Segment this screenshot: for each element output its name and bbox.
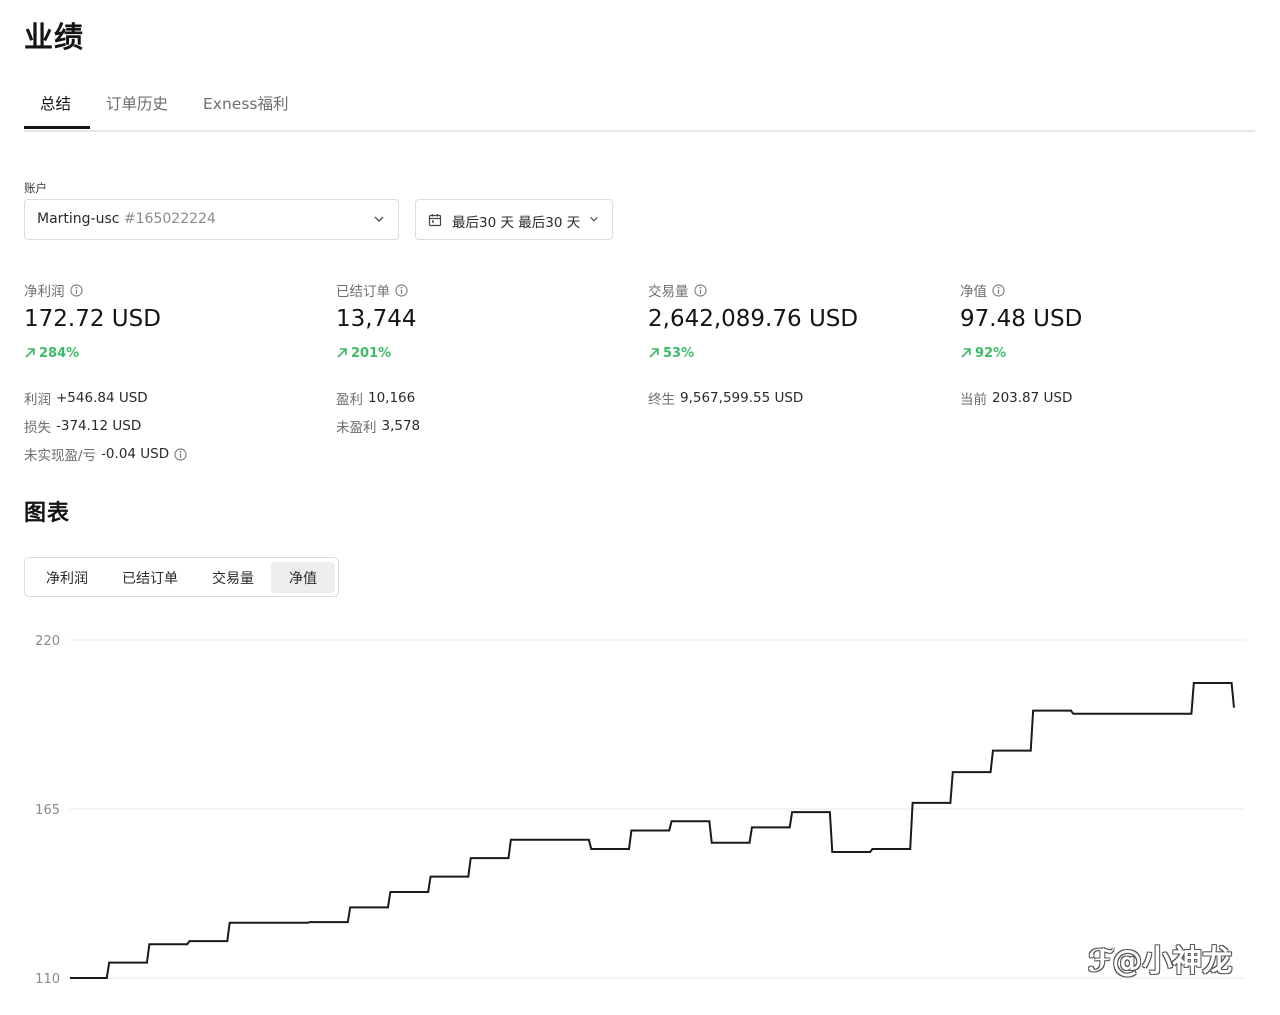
detail-key: 利润 [24,392,51,408]
account-label: 账户 [24,181,47,195]
segment-equity[interactable]: 净值 [271,562,335,593]
watermark: ℱ@小神龙 [1088,944,1233,979]
detail-key: 未实现盈/亏 [24,448,97,464]
detail-key: 当前 [960,392,987,408]
stat-equity: 净值 97.48 USD 92% 当前 203.87 USD [960,280,1260,412]
arrow-up-right-icon [25,348,35,358]
detail-row: 未实现盈/亏 -0.04 USD [24,440,324,468]
detail-key: 盈利 [336,392,363,408]
arrow-up-right-icon [649,348,659,358]
detail-key: 未盈利 [336,420,377,436]
page-title: 业绩 [24,20,85,54]
detail-value: 10,166 [368,390,416,406]
detail-value: 203.87 USD [992,390,1073,406]
date-range-select[interactable]: 最后30 天 最后30 天 [415,199,613,240]
calendar-icon [428,214,442,227]
arrow-up-right-icon [961,348,971,358]
segment-closed-orders[interactable]: 已结订单 [109,562,191,593]
detail-row: 利润 +546.84 USD [24,384,324,412]
stat-volume: 交易量 2,642,089.76 USD 53% 终生 9,567,599.55 … [648,280,948,412]
stat-value: 97.48 USD [960,306,1083,332]
account-name: Marting-usc [37,211,120,227]
stat-value: 2,642,089.76 USD [648,306,859,332]
chevron-down-icon [374,216,384,222]
equity-chart: 110 165 220 [35,634,1245,987]
tab-exness-benefits[interactable]: Exness福利 [203,92,288,132]
detail-row: 损失 -374.12 USD [24,412,324,440]
stat-net-profit: 净利润 172.72 USD 284% 利润 +546.84 USD 损失 -374… [24,280,324,468]
arrow-up-right-icon [337,348,347,358]
info-icon[interactable] [395,283,408,297]
stat-change: 92% [975,345,1007,361]
stat-label: 交易量 [648,284,689,300]
segment-net-profit[interactable]: 净利润 [31,562,103,593]
info-icon[interactable] [69,283,83,297]
stat-change: 53% [663,345,695,361]
stat-change: 284% [39,345,80,361]
equity-line [70,682,1235,979]
chart-section-title: 图表 [24,501,71,526]
detail-row: 盈利 10,166 [336,384,636,412]
chevron-down-icon [590,216,598,222]
y-tick-label: 220 [35,634,60,649]
stat-value: 13,744 [336,306,417,332]
detail-row: 当前 203.87 USD [960,384,1260,412]
date-range-label: 最后30 天 最后30 天 [452,215,581,231]
tab-order-history[interactable]: 订单历史 [106,92,168,132]
account-number: #165022224 [123,211,216,227]
stat-label: 净值 [960,284,987,300]
stat-label: 已结订单 [336,284,390,300]
chart-metric-toggle: 净利润 已结订单 交易量 净值 [24,557,339,597]
detail-row: 终生 9,567,599.55 USD [648,384,948,412]
detail-value: -0.04 USD [101,446,170,462]
detail-value: +546.84 USD [56,390,148,406]
stat-closed-orders: 已结订单 13,744 201% 盈利 10,166 未盈利 3,578 [336,280,636,440]
info-icon[interactable] [174,447,187,461]
info-icon[interactable] [693,283,707,297]
active-tab-indicator [24,126,90,129]
detail-key: 损失 [24,420,51,436]
detail-value: 9,567,599.55 USD [680,390,804,406]
detail-value: -374.12 USD [56,418,142,434]
detail-row: 未盈利 3,578 [336,412,636,440]
detail-key: 终生 [648,392,675,408]
stat-change: 201% [351,345,392,361]
y-tick-label: 110 [35,972,60,987]
stat-label: 净利润 [24,284,65,300]
segment-volume[interactable]: 交易量 [197,562,269,593]
info-icon[interactable] [992,283,1005,297]
y-tick-label: 165 [35,803,60,818]
detail-value: 3,578 [381,418,421,434]
account-select[interactable]: Marting-usc #165022224 [24,199,399,240]
stat-value: 172.72 USD [24,306,161,332]
tab-bar: 总结 订单历史 Exness福利 [24,78,1255,132]
